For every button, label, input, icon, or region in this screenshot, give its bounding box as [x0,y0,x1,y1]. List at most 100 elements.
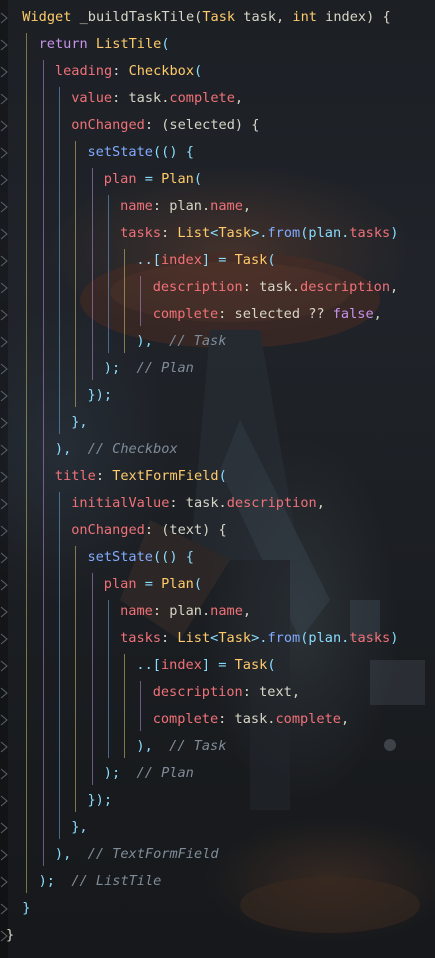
indent-guide-line [91,168,93,380]
fold-toggle-icon[interactable] [0,741,8,753]
code-token: title [54,468,96,484]
fold-toggle-icon[interactable] [0,417,8,429]
fold-toggle-icon[interactable] [0,255,8,267]
code-token: , [373,306,382,322]
fold-toggle-icon[interactable] [0,498,8,510]
code-token: ), [54,846,72,862]
fold-toggle-icon[interactable] [0,525,8,537]
code-line: plan = Plan( [104,166,202,193]
code-token: description [226,495,317,511]
code-line: }); [88,787,113,814]
code-token: setState [87,144,153,160]
fold-toggle-icon[interactable] [0,606,8,618]
code-token: complete [152,306,219,322]
code-token: name [210,603,243,619]
code-token: ), [136,333,153,349]
fold-toggle-icon[interactable] [0,363,8,375]
fold-toggle-icon[interactable] [0,768,8,780]
fold-toggle-icon[interactable] [0,309,8,321]
fold-toggle-icon[interactable] [0,228,8,240]
code-editor[interactable]: Widget _buildTaskTile(Task task, int ind… [0,0,435,958]
fold-toggle-icon[interactable] [0,876,8,888]
indent-guide-line [58,87,60,434]
code-token: : text, [242,684,301,700]
code-comment: // Plan [120,765,194,781]
code-line: return ListTile( [39,31,170,58]
code-token: >. [251,225,268,241]
fold-toggle-icon[interactable] [0,12,8,24]
fold-toggle-icon[interactable] [0,714,8,726]
fold-toggle-icon[interactable] [0,39,8,51]
code-token: tasks [349,630,391,646]
indent-guide-line [42,60,44,866]
code-comment: // Checkbox [71,441,178,457]
code-line: ..[index] = Task( [136,652,275,679]
code-token: ); [103,360,121,376]
code-token: Task [218,630,252,646]
code-token: TextFormField [112,468,219,484]
code-line: description: text, [153,679,300,706]
fold-toggle-icon[interactable] [0,795,8,807]
code-line: onChanged: (selected) { [71,112,259,139]
fold-toggle-icon[interactable] [0,822,8,834]
code-token: (plan. [300,630,350,646]
fold-toggle-icon[interactable] [0,120,8,132]
indent-guide-line [107,600,109,758]
code-token: from [267,630,301,646]
code-token: plan [103,171,137,187]
fold-toggle-icon[interactable] [0,174,8,186]
fold-toggle-icon[interactable] [0,849,8,861]
code-line: value: task.complete, [71,85,243,112]
fold-toggle-icon[interactable] [0,660,8,672]
code-token: Task [234,252,268,268]
fold-toggle-icon[interactable] [0,579,8,591]
code-line: } [6,922,14,949]
fold-toggle-icon[interactable] [0,282,8,294]
indent-guide-line [124,249,126,353]
indent-guide-line [58,492,60,839]
code-token: }, [71,414,88,430]
indent-guide-line [75,141,77,407]
fold-toggle-icon[interactable] [0,390,8,402]
code-token: = [136,576,162,592]
fold-toggle-icon[interactable] [0,66,8,78]
code-token: : task. [169,495,227,511]
code-token: index [160,252,202,268]
code-token: (() { [152,144,194,160]
code-token: } [6,927,15,943]
code-token: value [71,90,113,106]
code-line: complete: selected ?? false, [153,301,382,328]
code-token: Task [218,225,252,241]
fold-toggle-icon[interactable] [0,147,8,159]
code-token: false [332,306,374,322]
code-line: ), // Checkbox [55,436,178,463]
indent-guide-line [140,681,142,731]
fold-toggle-icon[interactable] [0,552,8,564]
code-token: ); [38,873,55,889]
fold-toggle-icon[interactable] [0,687,8,699]
fold-toggle-icon[interactable] [0,93,8,105]
code-token: from [267,225,301,241]
fold-toggle-icon[interactable] [0,903,8,915]
code-line: title: TextFormField( [55,463,227,490]
code-token: } [22,900,31,916]
fold-toggle-icon[interactable] [0,471,8,483]
code-line: ..[index] = Task( [136,247,275,274]
code-line: ), // Task [136,328,226,355]
code-token: , [242,198,252,214]
code-line: leading: Checkbox( [55,58,202,85]
fold-toggle-icon[interactable] [0,201,8,213]
indent-guide-line [75,546,77,812]
code-token: name [210,198,243,214]
code-token: ( [267,252,276,268]
code-token: description [152,684,243,700]
code-token: (() { [152,549,194,565]
code-token: tasks [120,630,162,646]
fold-toggle-icon[interactable] [0,444,8,456]
indent-guide-line [107,195,109,353]
code-token: description [300,279,391,295]
fold-toggle-icon[interactable] [0,633,8,645]
fold-toggle-icon[interactable] [0,336,8,348]
code-comment: // TextFormField [71,846,219,862]
